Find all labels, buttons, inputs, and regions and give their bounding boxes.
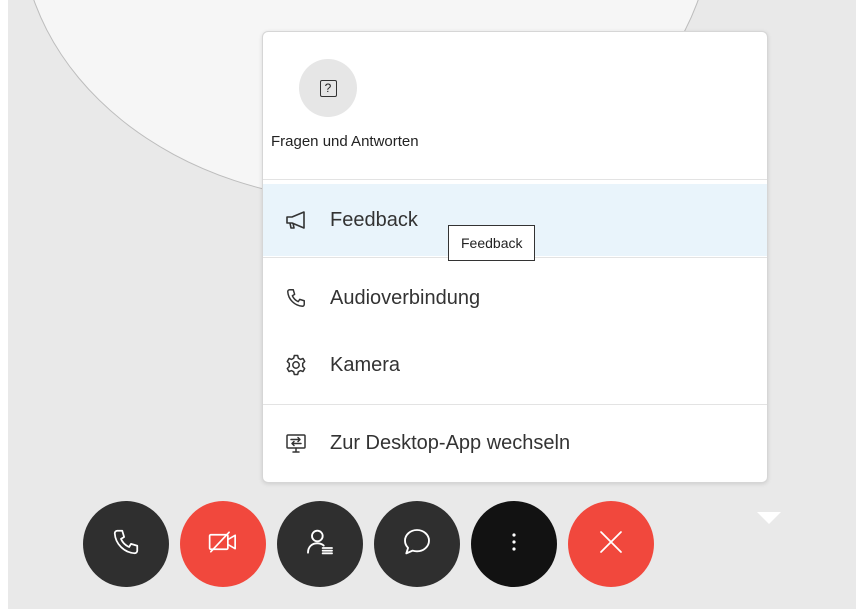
participants-icon [304,526,336,563]
menu-item-audio-connection[interactable]: Audioverbindung [263,262,767,334]
video-off-icon [206,527,240,562]
menu-item-label: Audioverbindung [330,286,481,309]
question-box-icon: ? [319,79,337,97]
menu-item-switch-desktop-app[interactable]: Zur Desktop-App wechseln [263,407,767,479]
phone-icon [283,285,309,311]
call-controls-bar [83,501,654,587]
leave-button[interactable] [568,501,654,587]
more-options-button[interactable] [471,501,557,587]
more-vertical-icon [509,529,519,560]
video-button[interactable] [180,501,266,587]
menu-item-label: Feedback [330,208,418,231]
participants-button[interactable] [277,501,363,587]
menu-item-label: Zur Desktop-App wechseln [330,431,571,454]
qa-label: Fragen und Antworten [271,133,419,150]
menu-divider [263,404,767,405]
menu-caret [757,512,781,524]
menu-item-camera[interactable]: Kamera [263,329,767,401]
chat-bubble-icon [401,526,433,563]
menu-item-label: Kamera [330,353,401,376]
meeting-stage: ? Fragen und Antworten Feedback Audiover… [8,0,856,609]
qa-tile[interactable]: ? Fragen und Antworten [263,32,419,177]
audio-button[interactable] [83,501,169,587]
gear-icon [283,352,309,378]
feedback-tooltip: Feedback [448,225,536,261]
megaphone-icon [283,207,309,233]
qa-icon-circle: ? [299,59,357,117]
menu-divider [263,179,767,180]
desktop-switch-icon [283,430,309,456]
phone-icon [111,527,141,562]
chat-button[interactable] [374,501,460,587]
close-icon [596,527,626,562]
